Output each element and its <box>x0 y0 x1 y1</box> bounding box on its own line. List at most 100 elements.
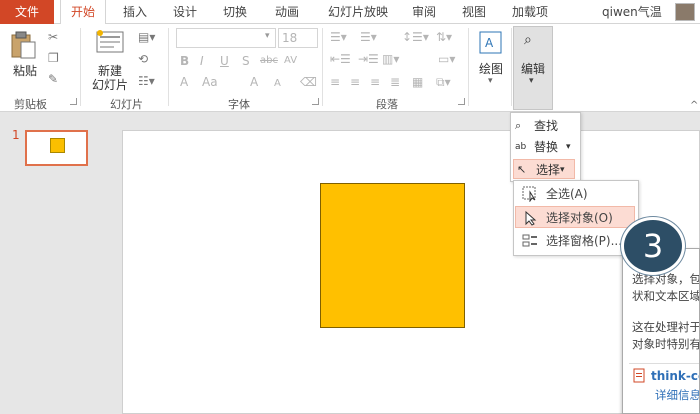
cursor-arrow-icon: ↖ <box>517 163 527 176</box>
align-text-icon[interactable]: ▭▾ <box>438 52 455 66</box>
strikethrough-button[interactable]: abc <box>260 54 278 68</box>
new-slide-icon[interactable] <box>94 28 126 60</box>
shadow-button[interactable]: S <box>242 54 250 68</box>
binoculars-icon: ⌕ <box>515 119 522 132</box>
chevron-down-icon[interactable]: ▾ <box>488 76 493 86</box>
cursor-arrow-icon <box>525 210 537 226</box>
cut-icon[interactable]: ✂ <box>48 30 58 44</box>
group-label-paragraph: 段落 <box>376 98 398 111</box>
font-color-button[interactable]: A <box>180 75 188 89</box>
format-painter-icon[interactable]: ✎ <box>48 72 58 86</box>
menu-item-select-objects[interactable]: 选择对象(O) <box>515 206 635 228</box>
chevron-down-icon: ▾ <box>566 142 571 152</box>
tab-home[interactable]: 开始 <box>60 0 106 25</box>
smartart-icon[interactable]: ⧉▾ <box>436 75 451 89</box>
editing-label: 编辑 <box>520 62 545 76</box>
tab-addins[interactable]: 加载项 <box>504 0 556 24</box>
tooltip-more-info-link[interactable]: 详细信息 <box>655 387 699 403</box>
thumbnail-shape <box>50 138 65 153</box>
bullets-icon[interactable]: ☰▾ <box>330 30 347 44</box>
tab-animations[interactable]: 动画 <box>264 0 310 24</box>
section-icon[interactable]: ☷▾ <box>138 74 155 88</box>
menu-item-select-all[interactable]: 全选(A) <box>516 183 636 205</box>
char-spacing-button[interactable]: AV <box>284 54 297 68</box>
group-separator <box>322 28 323 106</box>
group-label-font: 字体 <box>228 98 250 111</box>
align-left-icon[interactable]: ≡ <box>330 75 340 89</box>
font-name-combo[interactable] <box>176 28 276 48</box>
menu-item-select-objects-label: 选择对象(O) <box>546 211 613 225</box>
paragraph-launcher-icon[interactable] <box>458 98 465 105</box>
new-slide-label-line2[interactable]: 幻灯片 <box>86 76 134 93</box>
italic-button[interactable]: I <box>200 54 204 68</box>
yellow-square-shape[interactable] <box>320 183 465 328</box>
line-spacing-icon[interactable]: ↕☰▾ <box>402 30 429 44</box>
user-name[interactable]: qiwen气温 <box>602 0 662 24</box>
drawing-icon[interactable]: A <box>478 30 504 56</box>
group-label-slides: 幻灯片 <box>110 98 143 111</box>
group-separator <box>468 28 469 106</box>
columns-icon[interactable]: ▥▾ <box>382 52 399 66</box>
slide-number: 1 <box>12 128 20 142</box>
copy-icon[interactable]: ❐ <box>48 51 59 65</box>
tab-file[interactable]: 文件 <box>0 0 54 24</box>
group-separator <box>168 28 169 106</box>
distribute-icon[interactable]: ▦ <box>412 75 423 89</box>
menu-item-select-all-label: 全选(A) <box>546 187 588 201</box>
font-size-value: 18 <box>282 31 298 45</box>
layout-icon[interactable]: ▤▾ <box>138 30 155 44</box>
reset-icon[interactable]: ⟲ <box>138 52 148 66</box>
svg-text:A: A <box>485 36 494 50</box>
menu-item-find-label: 查找 <box>534 119 559 133</box>
bold-button[interactable]: B <box>180 54 189 68</box>
numbering-icon[interactable]: ☰▾ <box>360 30 377 44</box>
tooltip-help-link[interactable]: think-ce <box>651 369 699 383</box>
select-all-icon <box>522 186 536 202</box>
user-avatar[interactable] <box>675 3 695 21</box>
shrink-font-button[interactable]: A <box>274 77 281 91</box>
tab-insert[interactable]: 插入 <box>114 0 156 24</box>
change-case-button[interactable]: Aa <box>202 75 218 89</box>
replace-icon: ab <box>515 142 527 152</box>
tooltip-divider <box>629 363 699 364</box>
drawing-label[interactable]: 绘图 <box>474 60 508 77</box>
align-right-icon[interactable]: ≡ <box>370 75 380 89</box>
binoculars-icon: ⌕ <box>524 32 532 48</box>
menu-item-find[interactable]: ⌕ 查找 <box>512 116 574 136</box>
group-separator <box>511 28 512 106</box>
increase-indent-icon[interactable]: ⇥☰ <box>358 52 379 66</box>
underline-button[interactable]: U <box>220 54 229 68</box>
collapse-ribbon-icon[interactable]: ^ <box>690 100 698 111</box>
tab-transitions[interactable]: 切换 <box>214 0 256 24</box>
font-launcher-icon[interactable] <box>312 98 319 105</box>
align-center-icon[interactable]: ≡ <box>350 75 360 89</box>
paste-icon <box>11 31 36 59</box>
menu-item-selection-pane[interactable]: 选择窗格(P)... <box>516 230 636 252</box>
menu-item-selection-pane-label: 选择窗格(P)... <box>546 234 623 248</box>
selection-pane-icon <box>522 234 537 247</box>
menu-item-select[interactable]: ↖ 选择 ▾ <box>513 159 575 179</box>
menu-item-replace[interactable]: ab 替换 ▾ <box>512 137 574 157</box>
text-direction-icon[interactable]: ⇅▾ <box>436 30 452 44</box>
step-number-badge: 3 <box>621 217 685 275</box>
paste-label[interactable]: 粘贴 <box>8 62 42 79</box>
group-separator <box>80 28 81 106</box>
tab-design[interactable]: 设计 <box>164 0 206 24</box>
decrease-indent-icon[interactable]: ⇤☰ <box>330 52 351 66</box>
tooltip-text-line2: 状和文本区域 <box>632 289 700 303</box>
font-size-combo[interactable]: 18 <box>278 28 318 48</box>
clipboard-launcher-icon[interactable] <box>70 98 77 105</box>
grow-font-button[interactable]: A <box>250 75 258 89</box>
slide-thumbnail[interactable] <box>25 130 88 166</box>
office-help-icon <box>633 368 645 383</box>
tab-review[interactable]: 审阅 <box>404 0 444 24</box>
clear-format-icon[interactable]: ⌫ <box>300 75 317 89</box>
chevron-down-icon: ▾ <box>560 165 565 175</box>
chevron-down-icon[interactable]: ▾ <box>265 31 270 41</box>
justify-icon[interactable]: ≣ <box>390 75 400 89</box>
tooltip-text-line4: 对象时特别有 <box>632 337 700 351</box>
tab-view[interactable]: 视图 <box>454 0 494 24</box>
paste-button[interactable] <box>10 30 38 62</box>
menu-item-select-label: 选择 <box>536 163 561 177</box>
tab-slideshow[interactable]: 幻灯片放映 <box>318 0 398 24</box>
